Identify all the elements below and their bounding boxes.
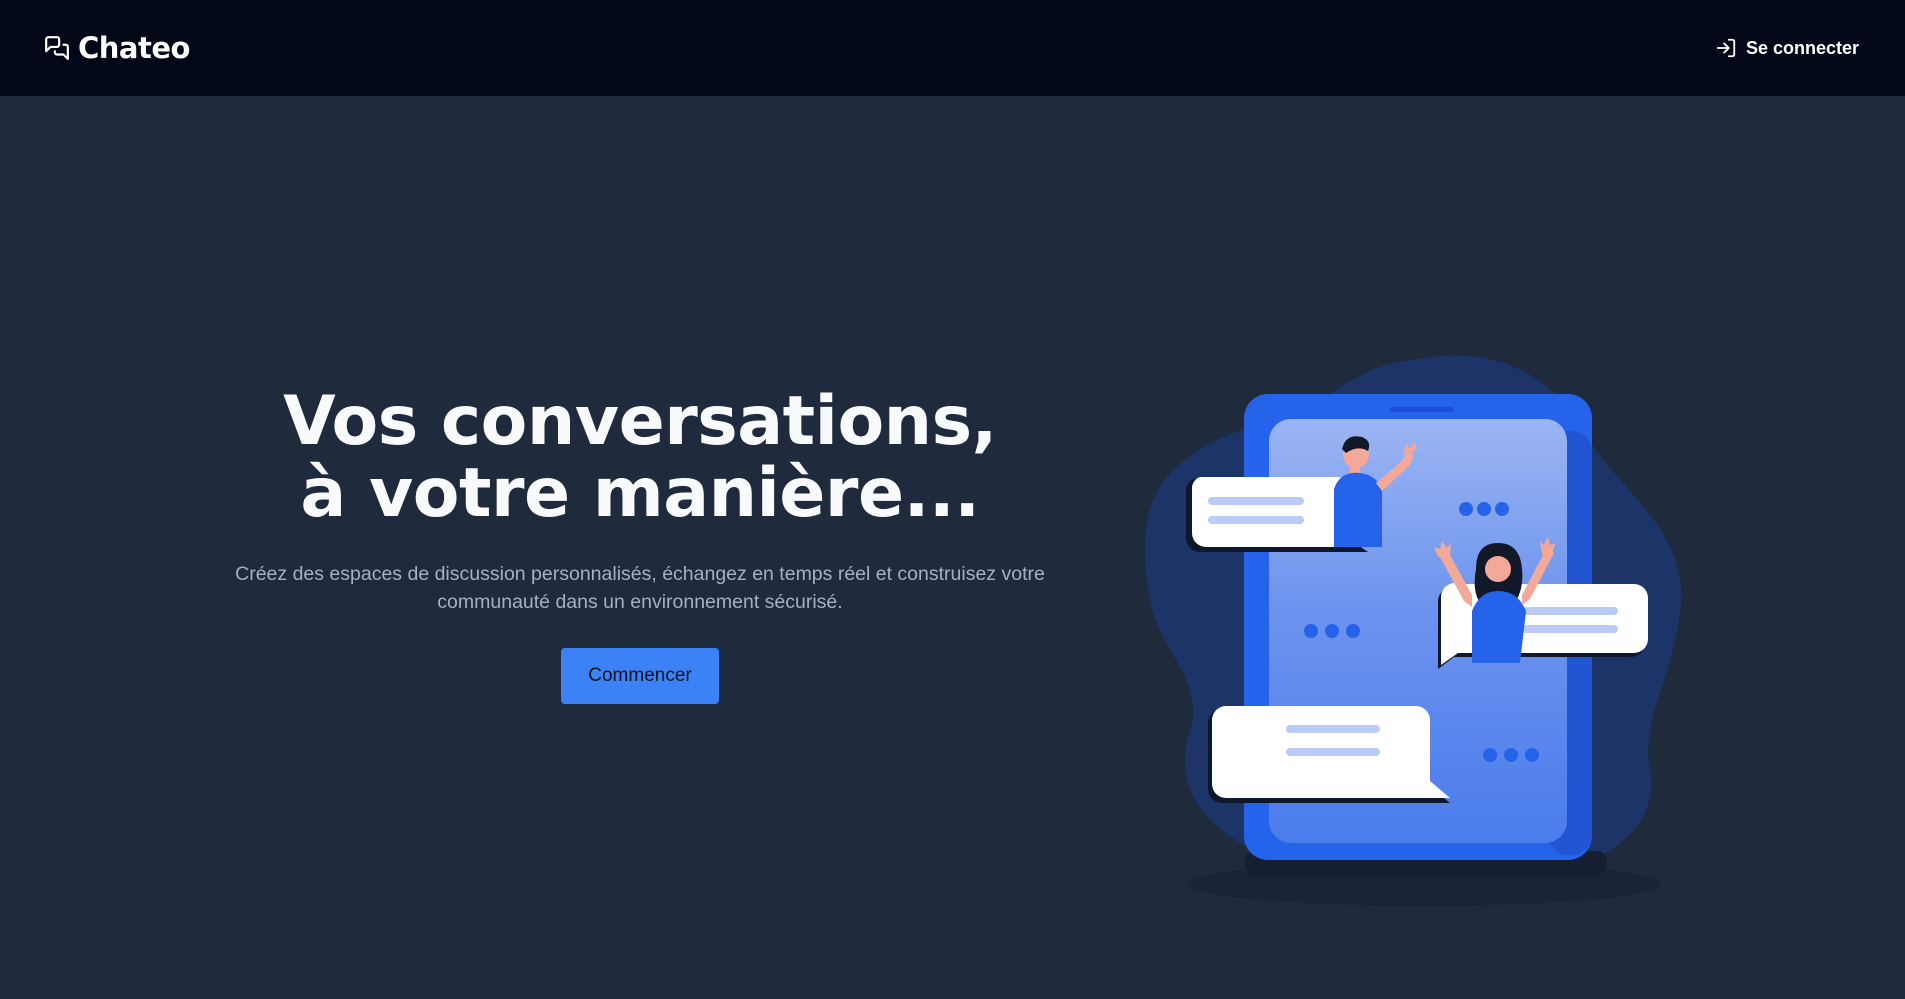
hero-title-line1: Vos conversations,	[283, 382, 997, 461]
hero-section: Vos conversations, à votre manière... Cr…	[0, 96, 1905, 999]
phone-speaker	[1390, 407, 1454, 412]
start-button[interactable]: Commencer	[561, 648, 719, 704]
typing-dot	[1459, 502, 1473, 516]
brand-name: Chateo	[78, 31, 190, 65]
typing-dot	[1325, 624, 1339, 638]
typing-dot	[1304, 624, 1318, 638]
top-navbar: Chateo Se connecter	[0, 0, 1905, 96]
typing-dot	[1477, 502, 1491, 516]
typing-dot	[1346, 624, 1360, 638]
hero-title: Vos conversations, à votre manière...	[220, 386, 1060, 530]
login-label: Se connecter	[1745, 37, 1859, 58]
hero-text: Vos conversations, à votre manière... Cr…	[220, 386, 1060, 704]
log-in-icon	[1716, 38, 1736, 58]
login-link[interactable]: Se connecter	[1715, 37, 1859, 59]
typing-dot	[1525, 748, 1539, 762]
hero-title-line2: à votre manière...	[300, 454, 980, 533]
brand-link[interactable]: Chateo	[44, 31, 190, 65]
chat-illustration	[1144, 355, 1681, 906]
hero-subtitle: Créez des espaces de discussion personna…	[235, 563, 1045, 613]
chat-bubbles-icon	[45, 36, 69, 60]
typing-dot	[1504, 748, 1518, 762]
typing-dot	[1483, 748, 1497, 762]
typing-dot	[1495, 502, 1509, 516]
